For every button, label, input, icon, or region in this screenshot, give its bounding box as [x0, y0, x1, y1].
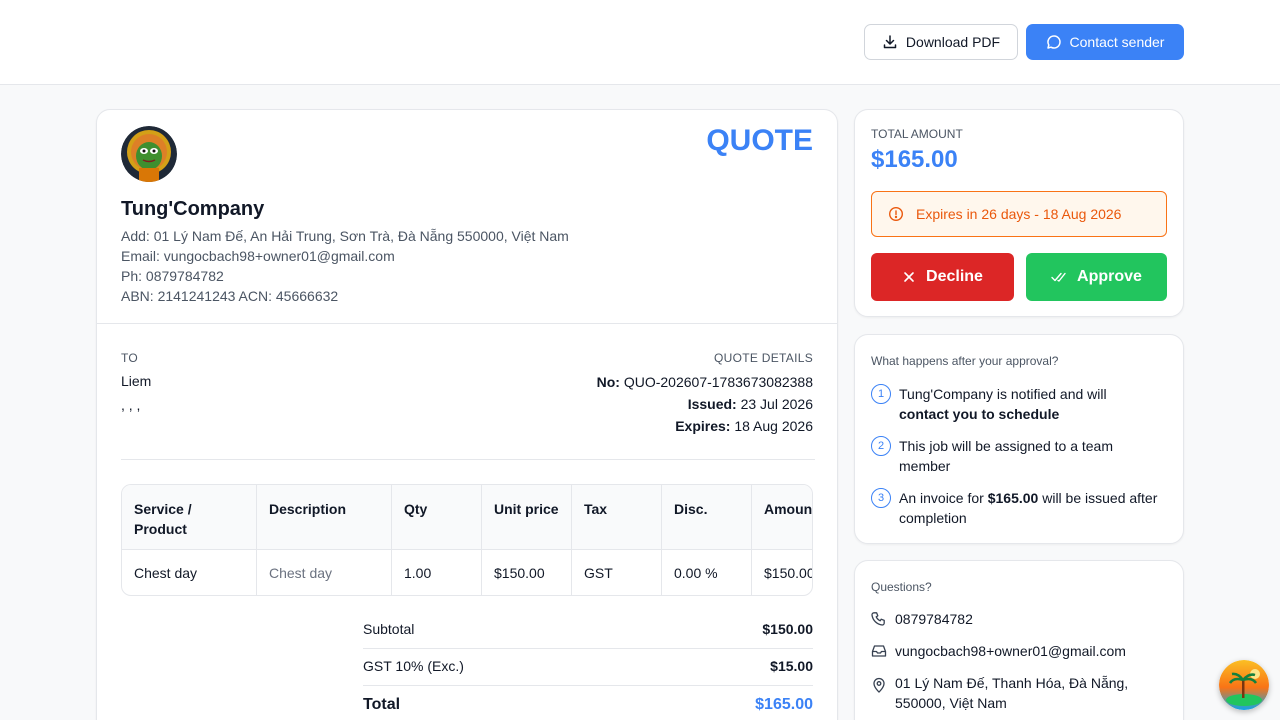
step-text: This job will be assigned to a team memb…: [899, 438, 1113, 474]
quote-card: QUOTE Tung'Company Add: 01 Lý Nam Đế, An…: [96, 109, 838, 720]
contact-sender-button[interactable]: Contact sender: [1026, 24, 1184, 60]
client-name: Liem: [121, 373, 152, 389]
gst-row: GST 10% (Exc.) $15.00: [363, 658, 813, 674]
company-phone: Ph: 0879784782: [121, 268, 224, 284]
table-cell: Chest day: [257, 550, 392, 595]
gst-label: GST 10% (Exc.): [363, 658, 464, 674]
subtotal-row: Subtotal $150.00: [363, 621, 813, 637]
download-pdf-button[interactable]: Download PDF: [864, 24, 1018, 60]
approve-button[interactable]: Approve: [1026, 253, 1167, 301]
gst-value: $15.00: [770, 658, 813, 674]
chat-bubble-icon: [1046, 35, 1061, 49]
floating-chat-avatar[interactable]: [1219, 660, 1269, 710]
subtotal-label: Subtotal: [363, 621, 415, 637]
double-check-icon: [1051, 272, 1066, 282]
alert-circle-icon: [888, 206, 904, 222]
col-amount: Amount: [764, 501, 813, 517]
total-amount-value: $165.00: [871, 146, 958, 173]
company-email: Email: vungocbach98+owner01@gmail.com: [121, 248, 395, 264]
to-label: TO: [121, 351, 139, 365]
contact-sender-label: Contact sender: [1069, 34, 1165, 50]
details-divider: [121, 459, 815, 460]
top-bar: Download PDF Contact sender: [0, 0, 1280, 85]
step-number: 2: [871, 436, 891, 456]
decline-label: Decline: [926, 268, 983, 285]
inbox-icon: [871, 645, 887, 657]
table-cell: $150.00: [764, 565, 813, 581]
quote-details-label: QUOTE DETAILS: [713, 351, 813, 365]
download-icon: [883, 35, 897, 49]
close-icon: [904, 272, 914, 282]
contact-email-text: vungocbach98+owner01@gmail.com: [895, 643, 1126, 659]
step-text: An invoice for $165.00 will be issued af…: [899, 490, 1158, 526]
step-number: 1: [871, 384, 891, 404]
quote-issued-date: Issued: 23 Jul 2026: [687, 396, 813, 412]
approval-steps-title: What happens after your approval?: [871, 354, 1059, 368]
col-tax: Tax: [572, 485, 662, 550]
questions-title: Questions?: [871, 580, 932, 594]
decline-button[interactable]: Decline: [871, 253, 1014, 301]
approve-label: Approve: [1077, 268, 1142, 285]
total-amount-label: TOTAL AMOUNT: [871, 127, 963, 141]
col-service-product: Service / Product: [122, 485, 257, 550]
quote-title: QUOTE: [706, 124, 813, 157]
company-abn: ABN: 2141241243 ACN: 45666632: [121, 288, 339, 304]
company-name: Tung'Company: [121, 198, 265, 220]
summary-divider: [363, 685, 813, 686]
subtotal-value: $150.00: [762, 621, 813, 637]
company-logo: [121, 126, 177, 182]
col-qty: Qty: [392, 485, 482, 550]
quote-expires-date: Expires: 18 Aug 2026: [675, 418, 813, 434]
table-cell: 1.00: [392, 550, 482, 595]
phone-icon: [871, 612, 885, 626]
total-amount-card: TOTAL AMOUNT $165.00 Expires in 26 days …: [854, 109, 1184, 317]
col-discount: Disc.: [662, 485, 752, 550]
total-label: Total: [363, 696, 401, 713]
table-cell: $150.00: [482, 550, 572, 595]
table-cell: Chest day: [122, 550, 257, 595]
total-value: $165.00: [755, 696, 813, 713]
summary-divider: [363, 648, 813, 649]
step-text: Tung'Company is notified and will contac…: [899, 386, 1107, 422]
contact-phone-text: 0879784782: [895, 611, 973, 627]
col-unit-price: Unit price: [482, 485, 572, 550]
step-number: 3: [871, 488, 891, 508]
col-description: Description: [257, 485, 392, 550]
client-address: , , ,: [121, 397, 141, 413]
questions-card: Questions? 0879784782 vungocbach98+owner…: [854, 560, 1184, 720]
table-cell: GST: [572, 550, 662, 595]
company-address: Add: 01 Lý Nam Đế, An Hải Trung, Sơn Trà…: [121, 228, 569, 244]
download-pdf-label: Download PDF: [905, 34, 1001, 50]
line-items-table[interactable]: Service / Product Description Qty Unit pr…: [121, 484, 813, 596]
table-cell: 0.00 %: [662, 550, 752, 595]
header-divider: [97, 323, 837, 324]
quote-number: No: QUO-202607-1783673082388: [596, 374, 813, 390]
expiry-notice: Expires in 26 days - 18 Aug 2026: [871, 191, 1167, 237]
approval-steps-card: What happens after your approval? 1 Tung…: [854, 334, 1184, 544]
contact-address-text: 01 Lý Nam Đế, Thanh Hóa, Đà Nẵng, 550000…: [895, 675, 1129, 711]
total-row: Total $165.00: [363, 696, 813, 714]
expiry-text: Expires in 26 days - 18 Aug 2026: [916, 206, 1122, 222]
map-pin-icon: [873, 677, 885, 693]
